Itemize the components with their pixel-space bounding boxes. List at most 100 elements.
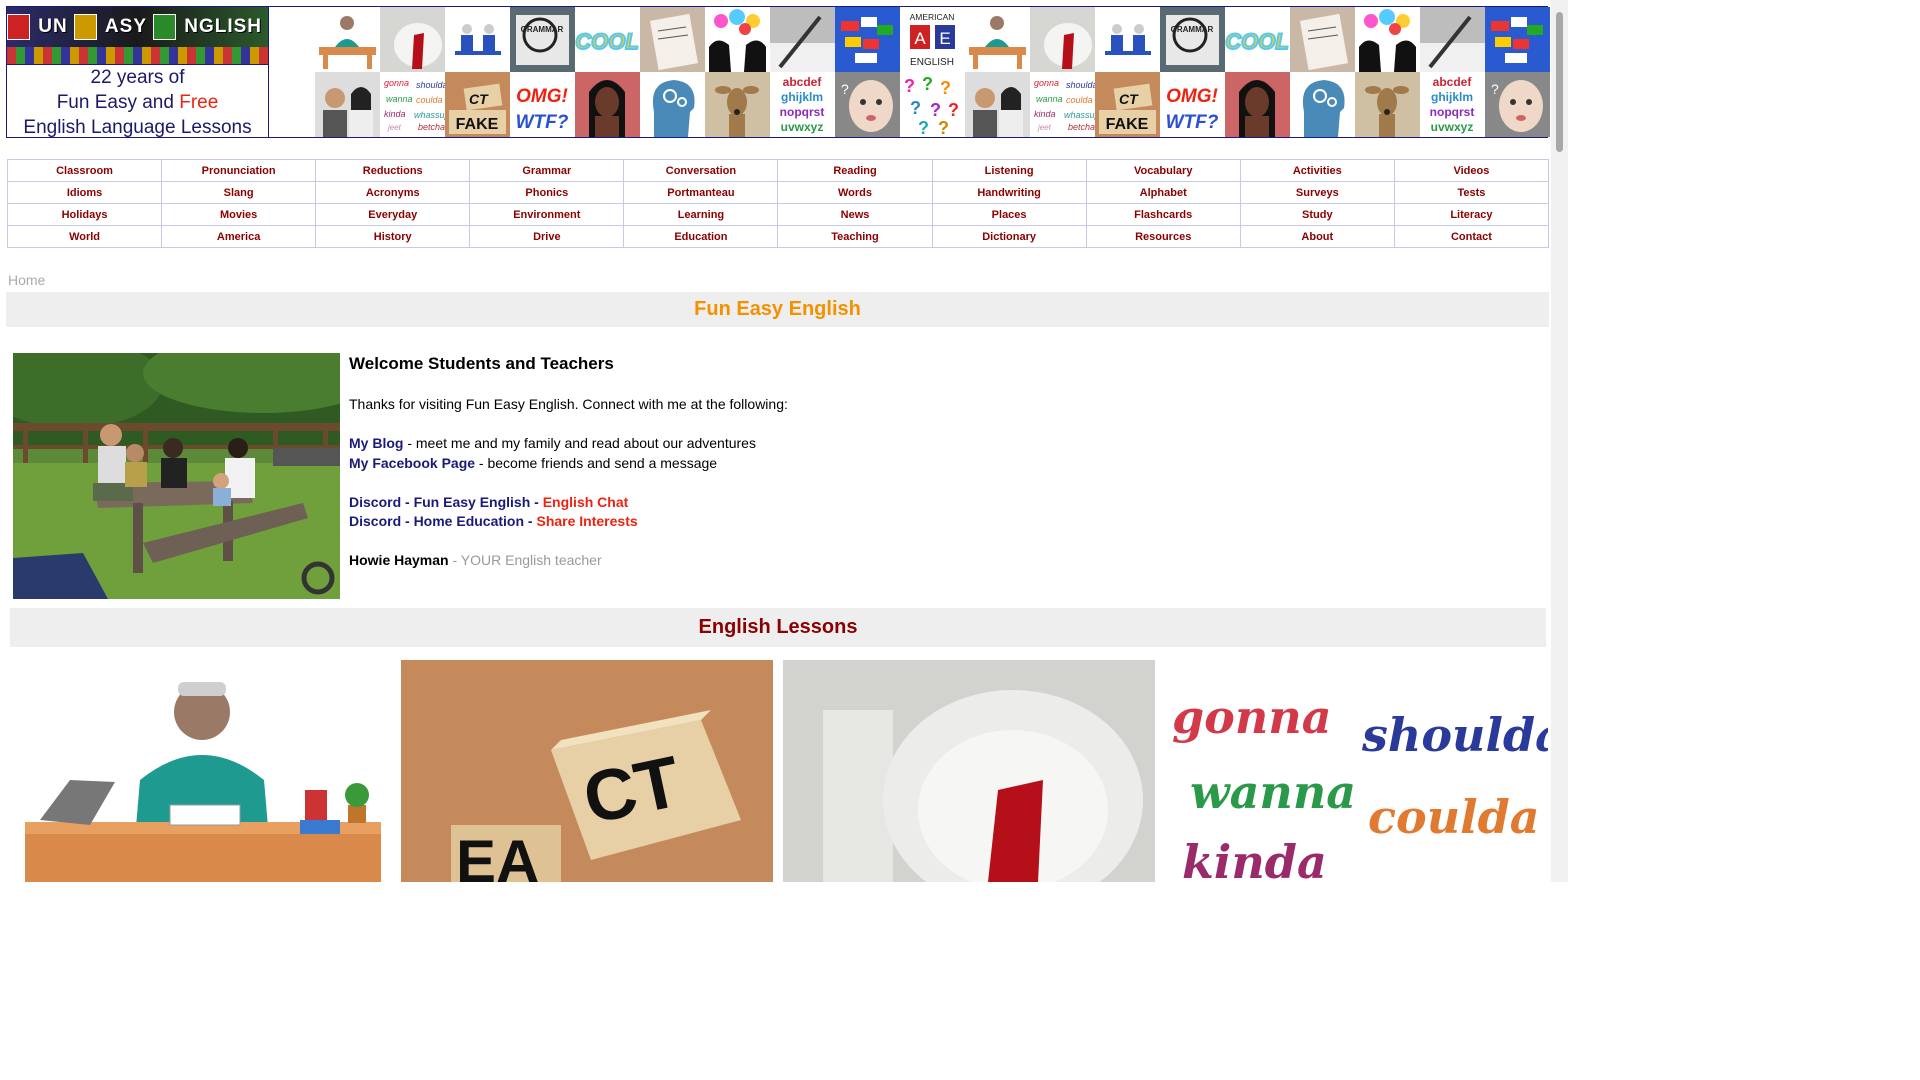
nav-link-words[interactable]: Words	[838, 187, 872, 199]
banner-tile-questions[interactable]: ????????	[900, 72, 965, 137]
svg-text:coulda: coulda	[416, 95, 443, 105]
banner-tile-fake[interactable]: CT FAKE	[1095, 72, 1160, 137]
site-logo[interactable]: UN ASY NGLISH 22 years of Fun Easy and F…	[7, 7, 269, 140]
banner-tile-woman[interactable]	[1225, 72, 1290, 137]
logo-free: Free	[179, 92, 219, 113]
nav-link-contact[interactable]: Contact	[1451, 231, 1492, 243]
banner-tile-omg[interactable]: OMG! WTF?	[510, 72, 575, 137]
banner-tile-fake[interactable]: CT FAKE	[445, 72, 510, 137]
nav-link-world[interactable]: World	[69, 231, 100, 243]
nav-link-drive[interactable]: Drive	[533, 231, 561, 243]
lesson-card-toilet[interactable]	[783, 660, 1155, 882]
banner-tile-couple[interactable]	[315, 72, 380, 137]
nav-link-vocabulary[interactable]: Vocabulary	[1134, 165, 1193, 177]
nav-link-reading[interactable]: Reading	[833, 165, 876, 177]
banner-tile-globe[interactable]	[1485, 7, 1550, 72]
nav-link-literacy[interactable]: Literacy	[1450, 209, 1492, 221]
nav-link-idioms[interactable]: Idioms	[67, 187, 102, 199]
nav-link-holidays[interactable]: Holidays	[62, 209, 108, 221]
nav-link-surveys[interactable]: Surveys	[1296, 187, 1339, 199]
logo-tagline: 22 years of Fun Easy and Free English La…	[7, 65, 268, 140]
banner-tile-toilet[interactable]	[380, 7, 445, 72]
lesson-card-fact-fake[interactable]: CT EA	[401, 660, 773, 882]
nav-link-acronyms[interactable]: Acronyms	[366, 187, 420, 199]
banner-tile-figures[interactable]	[445, 7, 510, 72]
discord-home-education-link[interactable]: Discord - Home Education	[349, 513, 524, 529]
banner-tile-baby[interactable]: ?	[1485, 72, 1550, 137]
banner-tile-teacher[interactable]	[315, 7, 380, 72]
english-chat-link[interactable]: English Chat	[543, 494, 629, 510]
nav-link-videos[interactable]: Videos	[1453, 165, 1489, 177]
nav-link-portmanteau[interactable]: Portmanteau	[667, 187, 734, 199]
my-facebook-link[interactable]: My Facebook Page	[349, 455, 475, 471]
banner-tile-toilet[interactable]	[1030, 7, 1095, 72]
nav-link-news[interactable]: News	[841, 209, 870, 221]
banner-tile-abc[interactable]: abcdef ghijklm nopqrst uvwxyz	[1420, 72, 1485, 137]
banner-tile-cool[interactable]: COOL	[575, 7, 640, 72]
share-interests-link[interactable]: Share Interests	[536, 513, 637, 529]
breadcrumb[interactable]: Home	[8, 272, 45, 288]
header-banner: UN ASY NGLISH 22 years of Fun Easy and F…	[6, 6, 1550, 140]
nav-link-classroom[interactable]: Classroom	[56, 165, 113, 177]
nav-link-movies[interactable]: Movies	[220, 209, 257, 221]
banner-tile-slang[interactable]: gonna shouldawannacoulda kinda whassup jeet b…	[1030, 72, 1095, 137]
nav-link-grammar[interactable]: Grammar	[522, 165, 571, 177]
nav-link-pronunciation[interactable]: Pronunciation	[202, 165, 276, 177]
banner-tile-writing[interactable]	[1290, 7, 1355, 72]
nav-link-america[interactable]: America	[217, 231, 260, 243]
nav-link-places[interactable]: Places	[992, 209, 1027, 221]
banner-tile-globe[interactable]	[835, 7, 900, 72]
scrollbar-thumb[interactable]	[1556, 12, 1563, 152]
banner-tile-pen[interactable]	[770, 7, 835, 72]
banner-tile-grammar[interactable]: GRAMMAR	[510, 7, 575, 72]
banner-tile-heads[interactable]	[1355, 7, 1420, 72]
nav-link-slang[interactable]: Slang	[224, 187, 254, 199]
banner-tile-woman[interactable]	[575, 72, 640, 137]
nav-link-alphabet[interactable]: Alphabet	[1140, 187, 1187, 199]
banner-tile-baby[interactable]: ?	[835, 72, 900, 137]
nav-link-tests[interactable]: Tests	[1457, 187, 1485, 199]
banner-tile-heads[interactable]	[705, 7, 770, 72]
banner-tile-brain[interactable]	[1290, 72, 1355, 137]
banner-tile-ae[interactable]: AMERICAN A E ENGLISH	[900, 7, 965, 72]
nav-link-history[interactable]: History	[374, 231, 412, 243]
banner-tile-pen[interactable]	[1420, 7, 1485, 72]
banner-tile-figures[interactable]	[1095, 7, 1160, 72]
banner-tile-cool[interactable]: COOL	[1225, 7, 1290, 72]
nav-link-flashcards[interactable]: Flashcards	[1134, 209, 1192, 221]
lesson-card-classroom[interactable]	[20, 660, 384, 882]
banner-tile-teacher[interactable]	[965, 7, 1030, 72]
banner-tile-grammar[interactable]: GRAMMAR	[1160, 7, 1225, 72]
banner-tile-omg[interactable]: OMG! WTF?	[1160, 72, 1225, 137]
nav-cell: Environment	[469, 203, 625, 226]
nav-link-dictionary[interactable]: Dictionary	[982, 231, 1036, 243]
banner-tile-deer[interactable]	[705, 72, 770, 137]
nav-link-education[interactable]: Education	[674, 231, 727, 243]
nav-link-resources[interactable]: Resources	[1135, 231, 1191, 243]
nav-link-conversation[interactable]: Conversation	[666, 165, 736, 177]
nav-link-handwriting[interactable]: Handwriting	[977, 187, 1041, 199]
nav-link-environment[interactable]: Environment	[513, 209, 580, 221]
nav-link-learning[interactable]: Learning	[678, 209, 724, 221]
svg-text:WTF?: WTF?	[516, 112, 569, 133]
nav-link-about[interactable]: About	[1301, 231, 1333, 243]
banner-tile-deer[interactable]	[1355, 72, 1420, 137]
nav-link-everyday[interactable]: Everyday	[368, 209, 417, 221]
page-scrollbar[interactable]	[1551, 0, 1568, 882]
nav-link-activities[interactable]: Activities	[1293, 165, 1342, 177]
nav-link-teaching[interactable]: Teaching	[831, 231, 878, 243]
banner-tile-couple[interactable]	[965, 72, 1030, 137]
svg-text:abcdef: abcdef	[783, 75, 823, 89]
lesson-card-reductions[interactable]: gonna shoulda wanna coulda kinda	[1164, 660, 1548, 882]
banner-tile-slang[interactable]: gonna shouldawannacoulda kinda whassup jeet b…	[380, 72, 445, 137]
banner-tile-writing[interactable]	[640, 7, 705, 72]
nav-link-reductions[interactable]: Reductions	[363, 165, 423, 177]
nav-link-listening[interactable]: Listening	[985, 165, 1034, 177]
banner-tile-brain[interactable]	[640, 72, 705, 137]
nav-link-study[interactable]: Study	[1302, 209, 1333, 221]
discord-fun-easy-english-link[interactable]: Discord - Fun Easy English	[349, 494, 530, 510]
nav-cell: History	[315, 225, 471, 248]
banner-tile-abc[interactable]: abcdef ghijklm nopqrst uvwxyz	[770, 72, 835, 137]
my-blog-link[interactable]: My Blog	[349, 435, 403, 451]
nav-link-phonics[interactable]: Phonics	[525, 187, 568, 199]
